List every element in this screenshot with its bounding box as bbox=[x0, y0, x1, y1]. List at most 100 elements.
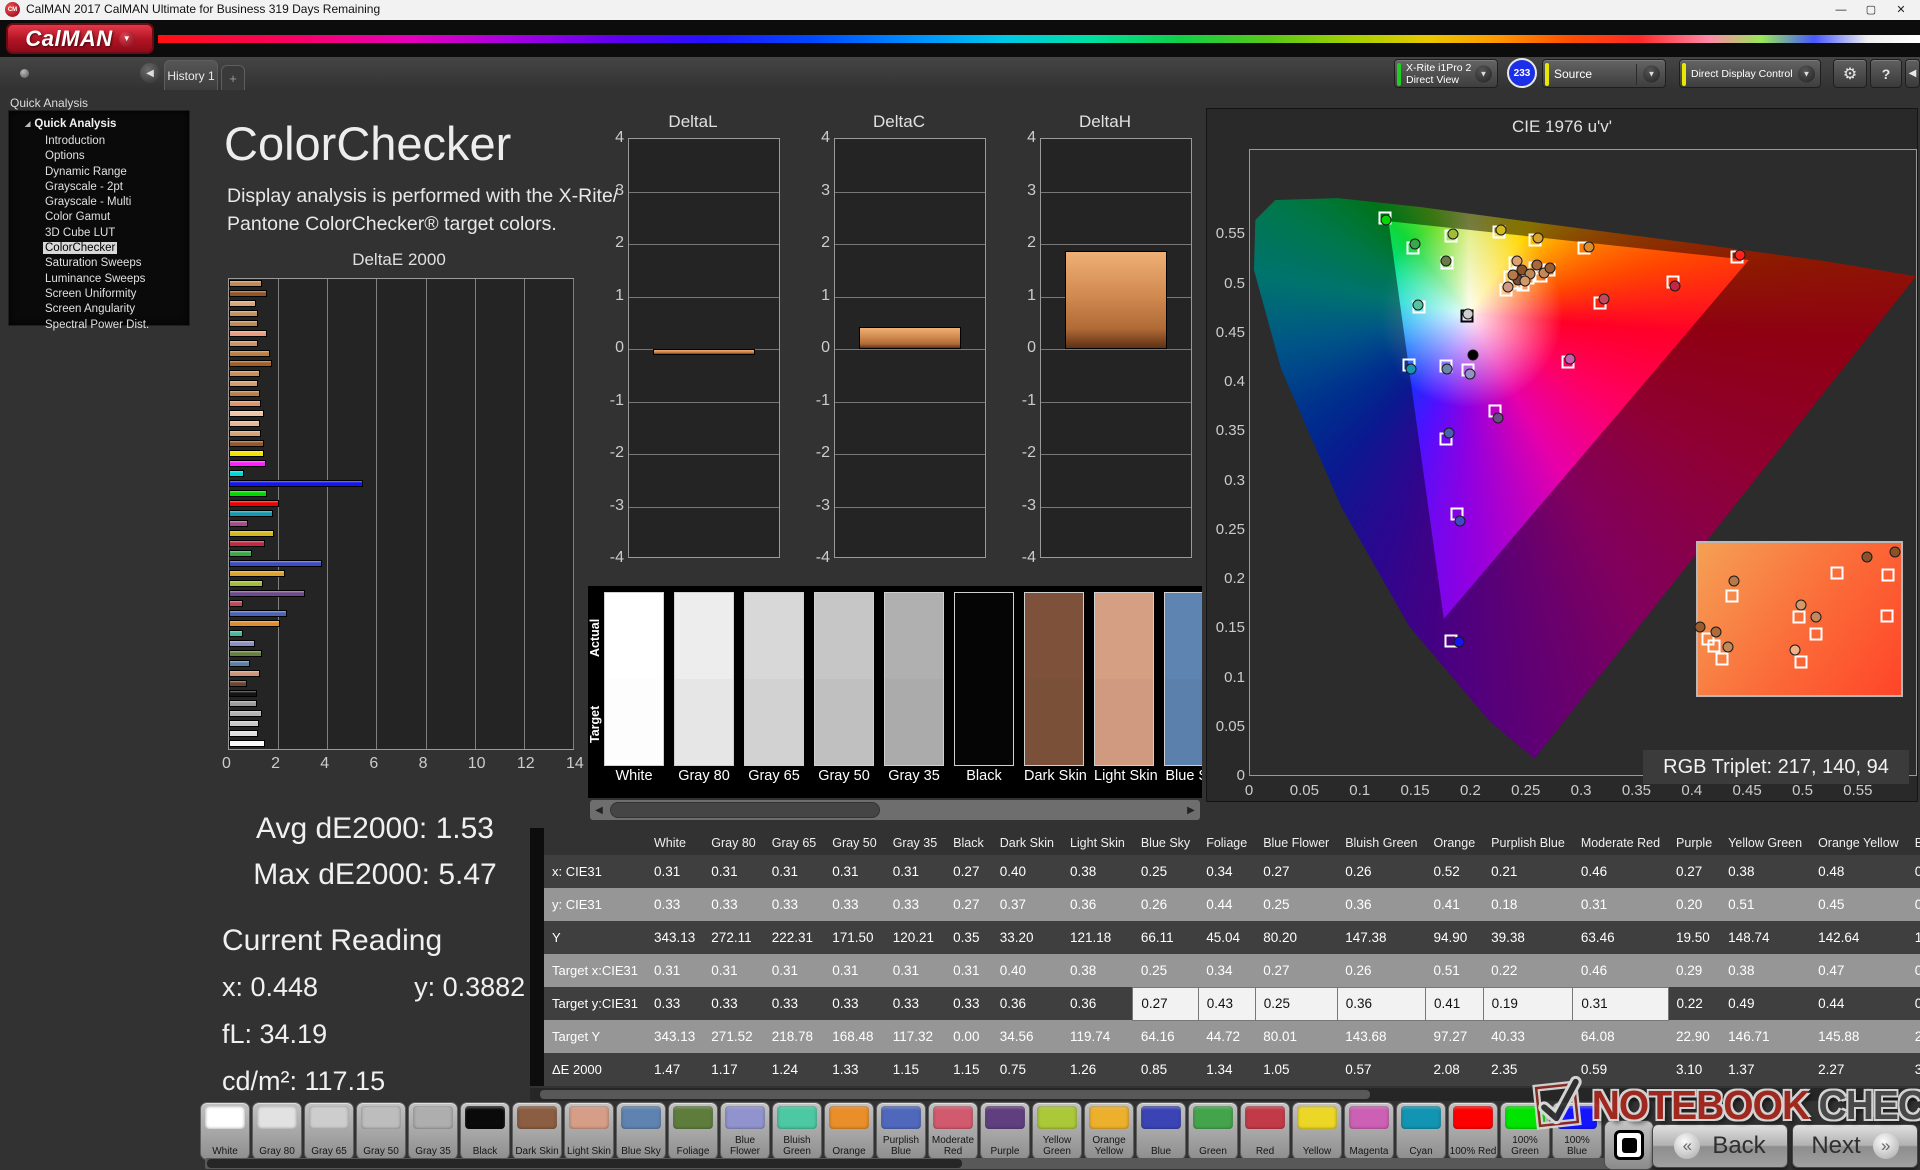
scrollbar-thumb[interactable] bbox=[540, 1090, 1370, 1099]
sidebar-item-saturation-sweeps[interactable]: Saturation Sweeps bbox=[9, 256, 189, 271]
table-scrollbar[interactable]: ▶ bbox=[530, 1088, 1920, 1101]
meter-dropdown[interactable]: X-Rite i1Pro 2Direct View ▼ bbox=[1394, 59, 1498, 88]
patch-button-white[interactable]: White bbox=[200, 1102, 250, 1160]
patch-button-gray-80[interactable]: Gray 80 bbox=[252, 1102, 302, 1160]
patch-toolbar-scrollbar[interactable] bbox=[205, 1158, 1611, 1169]
cie-x-tick: 0.25 bbox=[1504, 782, 1548, 799]
patch-button-yellow-green[interactable]: Yellow Green bbox=[1032, 1102, 1082, 1160]
patch-button-purplish-blue[interactable]: Purplish Blue bbox=[876, 1102, 926, 1160]
table-cell: 0.38 bbox=[1720, 855, 1810, 888]
table-row: Target x:CIE310.310.310.310.310.310.310.… bbox=[544, 954, 1920, 987]
tab-add-button[interactable]: + bbox=[221, 65, 245, 90]
sidebar-item-dynamic-range[interactable]: Dynamic Range bbox=[9, 165, 189, 180]
de2000-bar-100-yellow bbox=[229, 450, 264, 457]
table-gutter bbox=[530, 828, 544, 1086]
table-cell: 0.35 bbox=[945, 921, 992, 954]
sidebar-item-colorchecker[interactable]: ColorChecker bbox=[9, 241, 189, 256]
patch-button-100-green[interactable]: 100% Green bbox=[1500, 1102, 1550, 1160]
patch-button-gray-65[interactable]: Gray 65 bbox=[304, 1102, 354, 1160]
table-cell: 1.33 bbox=[824, 1053, 884, 1086]
scroll-right-icon[interactable]: ▶ bbox=[1182, 800, 1200, 820]
patch-button-moderate-red[interactable]: Moderate Red bbox=[928, 1102, 978, 1160]
sidebar-item-color-gamut[interactable]: Color Gamut bbox=[9, 210, 189, 225]
patch-button-bluish-green[interactable]: Bluish Green bbox=[772, 1102, 822, 1160]
table-row: Y343.13272.11222.31171.50120.210.3533.20… bbox=[544, 921, 1920, 954]
patch-label: Purplish Blue bbox=[877, 1129, 925, 1159]
table-col-header: Foliage bbox=[1198, 828, 1255, 855]
table-row-label: Target y:CIE31 bbox=[544, 987, 646, 1020]
patch-button-gray-35[interactable]: Gray 35 bbox=[408, 1102, 458, 1160]
table-col-header: Moderate Red bbox=[1573, 828, 1668, 855]
cie-x-tick: 0.05 bbox=[1282, 782, 1326, 799]
de2000-bar-black bbox=[229, 690, 257, 697]
target-label: Target bbox=[588, 682, 604, 766]
patch-label: Green bbox=[1189, 1129, 1237, 1159]
patch-button-green[interactable]: Green bbox=[1188, 1102, 1238, 1160]
sidebar-item-grayscale-2pt[interactable]: Grayscale - 2pt bbox=[9, 180, 189, 195]
sidebar-collapse-button[interactable]: ◀ bbox=[140, 63, 160, 83]
patch-button-blue[interactable]: Blue bbox=[1136, 1102, 1186, 1160]
source-dropdown[interactable]: Source ▼ bbox=[1542, 59, 1666, 88]
next-button[interactable]: Next » bbox=[1792, 1124, 1918, 1168]
sidebar-item-spectral-power-dist-[interactable]: Spectral Power Dist. bbox=[9, 318, 189, 333]
patch-button-light-skin[interactable]: Light Skin bbox=[564, 1102, 614, 1160]
patch-button-orange[interactable]: Orange bbox=[824, 1102, 874, 1160]
tab-history-1[interactable]: History 1 bbox=[164, 60, 218, 90]
table-cell: 0.26 bbox=[1337, 954, 1425, 987]
help-button[interactable]: ? bbox=[1870, 59, 1902, 88]
inset-measured-dot bbox=[1789, 645, 1800, 656]
cie-y-tick: 0.4 bbox=[1207, 373, 1245, 390]
sidebar-item-options[interactable]: Options bbox=[9, 149, 189, 164]
patch-button-yellow[interactable]: Yellow bbox=[1292, 1102, 1342, 1160]
patch-button-purple[interactable]: Purple bbox=[980, 1102, 1030, 1160]
display-control-dropdown[interactable]: Direct Display Control ▼ bbox=[1679, 59, 1821, 88]
sidebar-item-screen-uniformity[interactable]: Screen Uniformity bbox=[9, 287, 189, 302]
swatch-strip-scrollbar[interactable]: ◀ ▶ bbox=[590, 800, 1200, 820]
patch-color-chip bbox=[1505, 1106, 1545, 1129]
patch-button-blue-flower[interactable]: Blue Flower bbox=[720, 1102, 770, 1160]
y-tick-label: 3 bbox=[806, 182, 830, 200]
scroll-left-icon[interactable]: ◀ bbox=[590, 800, 608, 820]
table-cell: 0.44 bbox=[1198, 888, 1255, 921]
sidebar-item-grayscale-multi[interactable]: Grayscale - Multi bbox=[9, 195, 189, 210]
scrollbar-thumb[interactable] bbox=[610, 802, 880, 818]
patch-button-cyan[interactable]: Cyan bbox=[1396, 1102, 1446, 1160]
table-cell: 0.33 bbox=[646, 888, 703, 921]
sidebar-item-luminance-sweeps[interactable]: Luminance Sweeps bbox=[9, 272, 189, 287]
x-tick-label: 0 bbox=[222, 755, 231, 773]
patch-button-orange-yellow[interactable]: Orange Yellow bbox=[1084, 1102, 1134, 1160]
patch-button-blue-sky[interactable]: Blue Sky bbox=[616, 1102, 666, 1160]
minimize-icon[interactable]: — bbox=[1826, 0, 1856, 20]
patch-button-magenta[interactable]: Magenta bbox=[1344, 1102, 1394, 1160]
sidebar-item-introduction[interactable]: Introduction bbox=[9, 134, 189, 149]
scroll-right-icon[interactable]: ▶ bbox=[1912, 1089, 1918, 1098]
sidebar-root-node[interactable]: ◢Quick Analysis bbox=[9, 116, 189, 134]
sidebar-item-screen-angularity[interactable]: Screen Angularity bbox=[9, 302, 189, 317]
table-row-label: Target x:CIE31 bbox=[544, 954, 646, 987]
patch-button-100-red[interactable]: 100% Red bbox=[1448, 1102, 1498, 1160]
pattern-window-button[interactable] bbox=[1604, 1120, 1654, 1170]
patch-button-foliage[interactable]: Foliage bbox=[668, 1102, 718, 1160]
patch-button-100-blue[interactable]: 100% Blue bbox=[1552, 1102, 1602, 1160]
inset-measured-dot bbox=[1729, 575, 1740, 586]
back-button[interactable]: « Back bbox=[1652, 1124, 1788, 1168]
cie-x-tick: 0.4 bbox=[1670, 782, 1714, 799]
calman-logo-menu[interactable]: CalMAN ▼ bbox=[6, 23, 154, 54]
patch-label: Yellow bbox=[1293, 1129, 1341, 1159]
patch-button-red[interactable]: Red bbox=[1240, 1102, 1290, 1160]
table-cell: 343.13 bbox=[646, 921, 703, 954]
maximize-icon[interactable]: ▢ bbox=[1856, 0, 1886, 20]
table-cell: 0.49 bbox=[1720, 987, 1810, 1020]
patch-button-dark-skin[interactable]: Dark Skin bbox=[512, 1102, 562, 1160]
table-cell: 0.37 bbox=[992, 888, 1062, 921]
app-icon: CM bbox=[5, 2, 20, 17]
patch-button-black[interactable]: Black bbox=[460, 1102, 510, 1160]
table-cell: 0.33 bbox=[885, 888, 945, 921]
sidebar-item-3d-cube-lut[interactable]: 3D Cube LUT bbox=[9, 226, 189, 241]
scrollbar-thumb[interactable] bbox=[207, 1159, 962, 1168]
patch-button-gray-50[interactable]: Gray 50 bbox=[356, 1102, 406, 1160]
close-icon[interactable]: ✕ bbox=[1886, 0, 1916, 20]
patch-color-chip bbox=[1245, 1106, 1285, 1129]
panel-collapse-button[interactable]: ◀ bbox=[1905, 59, 1920, 88]
settings-button[interactable]: ⚙ bbox=[1833, 59, 1867, 88]
